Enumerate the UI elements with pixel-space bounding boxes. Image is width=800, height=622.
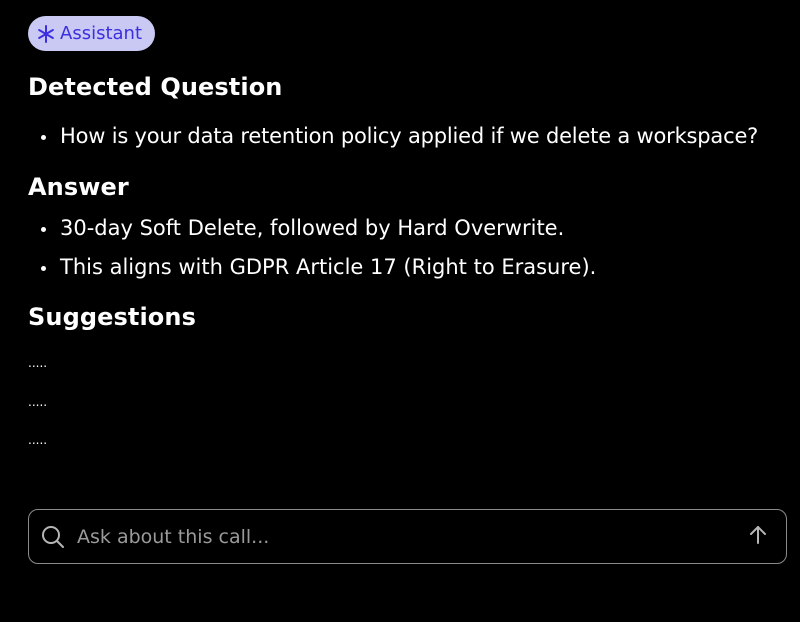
suggestions-heading: Suggestions — [28, 303, 196, 331]
detected-question-list: How is your data retention policy applie… — [28, 117, 758, 156]
suggestion-item[interactable]: ..... — [28, 433, 47, 447]
asterisk-icon — [36, 24, 56, 44]
suggestion-item[interactable]: ..... — [28, 395, 47, 409]
answer-list: 30-day Soft Delete, followed by Hard Ove… — [28, 209, 596, 287]
assistant-panel: Assistant Detected Question How is your … — [0, 0, 800, 622]
ask-input-container — [28, 509, 787, 564]
assistant-badge: Assistant — [28, 16, 155, 51]
list-item: This aligns with GDPR Article 17 (Right … — [28, 248, 596, 287]
list-item: 30-day Soft Delete, followed by Hard Ove… — [28, 209, 596, 248]
ask-input[interactable] — [75, 520, 738, 553]
send-button[interactable] — [738, 517, 778, 557]
search-icon — [41, 525, 65, 549]
assistant-badge-label: Assistant — [60, 23, 143, 44]
detected-question-heading: Detected Question — [28, 73, 283, 101]
answer-heading: Answer — [28, 173, 129, 201]
list-item: How is your data retention policy applie… — [28, 117, 758, 156]
suggestion-item[interactable]: ..... — [28, 356, 47, 370]
arrow-up-icon — [747, 524, 769, 550]
